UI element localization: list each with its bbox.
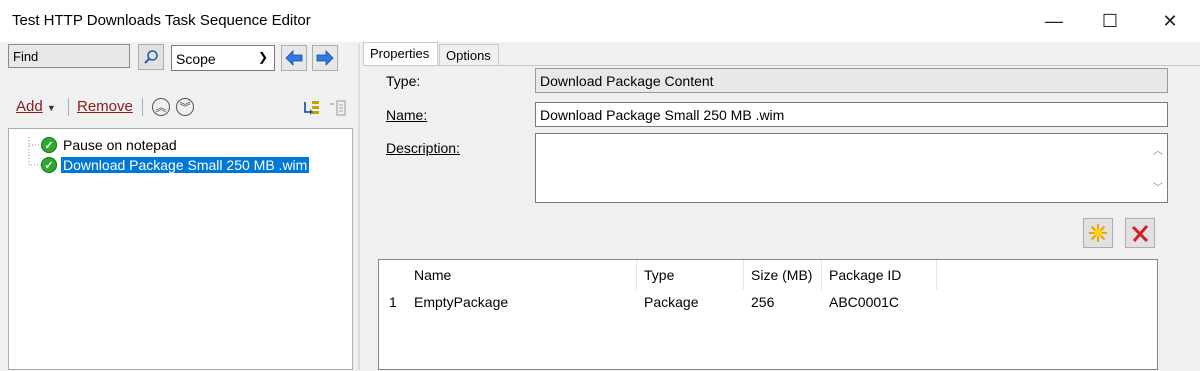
- column-header-type[interactable]: Type: [637, 260, 744, 290]
- description-scrollbar[interactable]: ︿ ﹀: [1149, 134, 1167, 202]
- type-label: Type:: [386, 73, 421, 89]
- description-label: Description:: [386, 140, 460, 156]
- column-header-size[interactable]: Size (MB): [744, 260, 822, 290]
- add-group-icon: [304, 101, 319, 115]
- scroll-up-icon[interactable]: ︿: [1153, 142, 1163, 157]
- description-field[interactable]: ︿ ﹀: [535, 133, 1168, 203]
- arrow-left-icon: [285, 50, 303, 66]
- red-x-icon: [1131, 225, 1149, 243]
- remove-button[interactable]: Remove: [77, 98, 133, 115]
- package-list[interactable]: Name Type Size (MB) Package ID 1 EmptyPa…: [378, 259, 1158, 370]
- row-number: 1: [389, 294, 397, 310]
- type-field: Download Package Content: [535, 68, 1168, 93]
- tab-properties[interactable]: Properties: [363, 42, 438, 66]
- scope-value: Scope: [176, 51, 216, 67]
- previous-button[interactable]: [281, 45, 307, 71]
- task-sequence-tree[interactable]: ✓ Pause on notepad ✓ Download Package Sm…: [8, 128, 353, 370]
- package-type-cell: Package: [644, 294, 699, 310]
- find-input[interactable]: Find: [8, 44, 130, 68]
- package-name-cell: EmptyPackage: [414, 294, 509, 310]
- scope-select[interactable]: Scope ❯: [171, 45, 275, 71]
- delete-item-button[interactable]: [1125, 218, 1155, 248]
- group-button[interactable]: [302, 98, 322, 118]
- search-icon: [144, 50, 158, 64]
- arrow-right-icon: [316, 50, 334, 66]
- name-label-text: Name:: [386, 107, 428, 123]
- ungroup-button[interactable]: [328, 98, 348, 118]
- scroll-down-icon[interactable]: ﹀: [1153, 179, 1163, 194]
- dropdown-caret-icon: ▼: [46, 103, 56, 113]
- pane-splitter[interactable]: [358, 44, 360, 370]
- move-up-button[interactable]: ︽: [152, 98, 170, 116]
- window-title: Test HTTP Downloads Task Sequence Editor: [12, 12, 311, 29]
- maximize-button[interactable]: ☐: [1080, 0, 1140, 42]
- double-chevron-up-icon: ︽: [155, 102, 167, 114]
- remove-group-icon: [330, 100, 346, 116]
- toolbar-separator: [68, 98, 69, 116]
- next-button[interactable]: [312, 45, 338, 71]
- move-down-button[interactable]: ︾: [176, 98, 194, 116]
- name-label: Name:: [386, 107, 427, 123]
- chevron-down-icon: ❯: [257, 50, 268, 64]
- toolbar-separator: [142, 98, 143, 116]
- description-label-text: Description:: [386, 140, 460, 156]
- tab-options[interactable]: Options: [439, 44, 499, 66]
- column-header-name[interactable]: Name: [407, 260, 637, 290]
- starburst-new-icon: [1089, 224, 1107, 242]
- remove-label: Remove: [77, 98, 133, 115]
- minimize-button[interactable]: —: [1024, 0, 1084, 42]
- title-bar: Test HTTP Downloads Task Sequence Editor…: [0, 0, 1200, 42]
- double-chevron-down-icon: ︾: [179, 102, 191, 114]
- column-header-package-id[interactable]: Package ID: [822, 260, 937, 290]
- success-check-icon: ✓: [41, 157, 57, 173]
- success-check-icon: ✓: [41, 137, 57, 153]
- tree-item-label: Pause on notepad: [63, 137, 177, 153]
- tree-item[interactable]: ✓ Pause on notepad: [41, 136, 179, 154]
- add-menu-button[interactable]: Add ▼: [16, 98, 56, 115]
- row-number-header: [379, 260, 407, 290]
- package-size-cell: 256: [751, 294, 775, 310]
- tree-item[interactable]: ✓ Download Package Small 250 MB .wim: [41, 156, 310, 174]
- name-field[interactable]: Download Package Small 250 MB .wim: [535, 102, 1168, 127]
- new-item-button[interactable]: [1083, 218, 1113, 248]
- add-label: Add: [16, 98, 43, 115]
- package-id-cell: ABC0001C: [829, 294, 900, 310]
- close-button[interactable]: ✕: [1140, 0, 1200, 42]
- tree-item-label: Download Package Small 250 MB .wim: [61, 157, 310, 173]
- find-button[interactable]: [138, 44, 164, 70]
